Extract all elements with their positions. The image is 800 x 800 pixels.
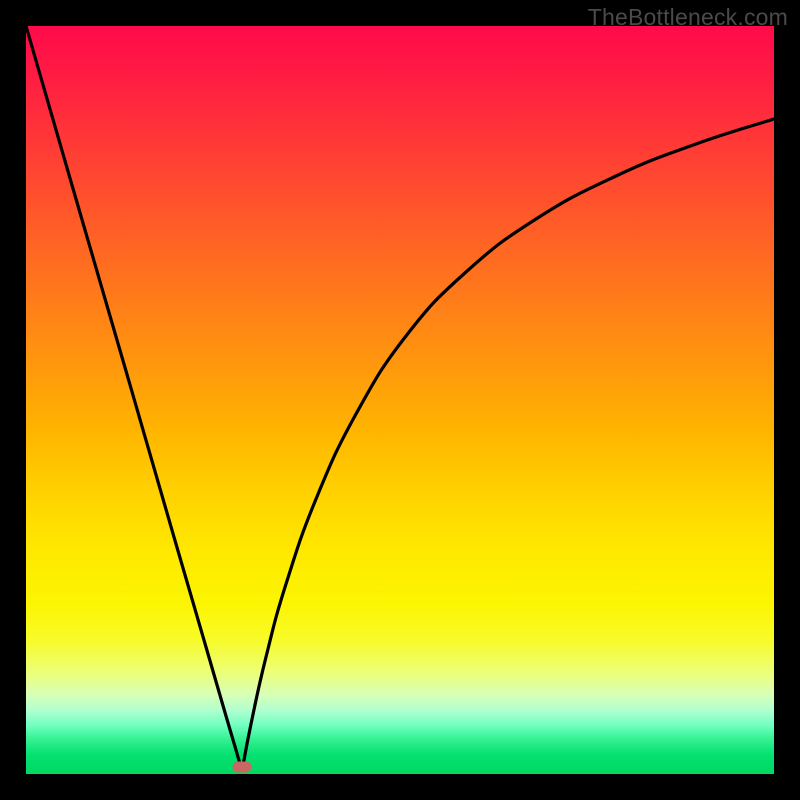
chart-frame [26, 26, 774, 774]
chart-background-gradient [26, 26, 774, 774]
chart-minimum-marker [233, 762, 252, 773]
